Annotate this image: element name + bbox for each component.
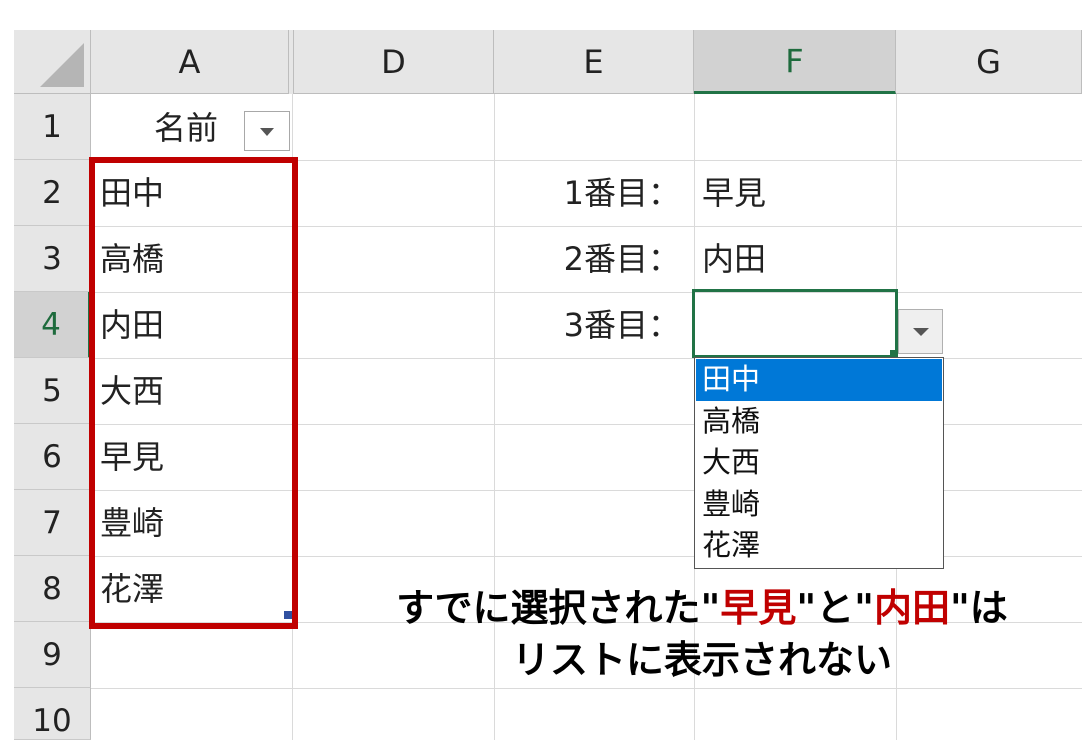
dropdown-option[interactable]: 花澤 [696,525,942,567]
caption-line-1: すでに選択された"早見"と"内田"は [396,586,1008,630]
dropdown-option[interactable]: 大西 [696,442,942,484]
spreadsheet[interactable]: A D E F G 1 2 3 4 5 6 7 8 9 10 名前 田中 高橋 … [0,0,1082,740]
cell-e2[interactable]: 1番目： [500,173,680,213]
row-header-3[interactable]: 3 [14,226,91,292]
cell-e4[interactable]: 3番目： [500,305,680,345]
cell-a1[interactable]: 名前 [154,108,218,148]
select-all-triangle-icon [40,43,84,87]
column-header-e[interactable]: E [494,30,694,94]
annotation-caption: すでに選択された"早見"と"内田"は リストに表示されない [332,582,1072,686]
caption-line-2: リストに表示されない [511,638,892,682]
row-header-6[interactable]: 6 [14,424,91,490]
active-cell-f4[interactable] [692,289,898,358]
column-header-a[interactable]: A [91,30,289,94]
validation-dropdown-list[interactable]: 田中 高橋 大西 豊崎 花澤 [694,357,944,569]
column-header-f[interactable]: F [694,30,896,94]
dropdown-option[interactable]: 高橋 [696,401,942,443]
row-header-5[interactable]: 5 [14,358,91,424]
cell-e3[interactable]: 2番目： [500,239,680,279]
fill-handle[interactable] [284,611,292,619]
cell-f2[interactable]: 早見 [702,173,766,213]
grid-line [91,688,1082,689]
column-header-g[interactable]: G [896,30,1082,94]
dropdown-option[interactable]: 田中 [696,359,942,401]
caption-highlight: 早見 [720,586,797,630]
dropdown-option[interactable]: 豊崎 [696,484,942,526]
row-header-9[interactable]: 9 [14,622,91,688]
column-header-d[interactable]: D [294,30,494,94]
select-all-corner[interactable] [14,30,91,94]
cell-f3[interactable]: 内田 [702,239,766,279]
highlight-box [89,157,298,629]
row-header-8[interactable]: 8 [14,556,91,622]
row-header-1[interactable]: 1 [14,94,91,160]
row-header-10[interactable]: 10 [14,688,91,740]
row-header-7[interactable]: 7 [14,490,91,556]
validation-dropdown-button[interactable] [898,309,943,354]
row-header-4[interactable]: 4 [14,292,91,358]
row-header-2[interactable]: 2 [14,160,91,226]
caption-highlight: 内田 [873,586,950,630]
filter-dropdown-button[interactable] [244,111,290,151]
